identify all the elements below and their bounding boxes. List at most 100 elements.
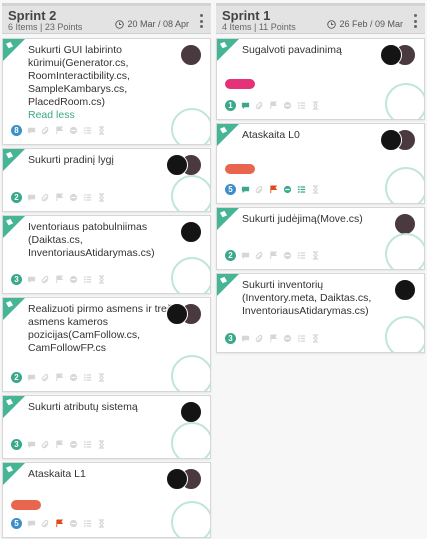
hourglass-icon[interactable] — [97, 275, 106, 284]
block-icon[interactable] — [69, 440, 78, 449]
hourglass-icon[interactable] — [97, 519, 106, 528]
tasks-icon[interactable] — [297, 251, 306, 260]
attachment-icon[interactable] — [255, 101, 264, 110]
done-check-icon[interactable] — [171, 422, 210, 458]
block-icon[interactable] — [283, 101, 292, 110]
label-tag[interactable] — [225, 164, 255, 174]
comment-icon[interactable] — [241, 185, 250, 194]
tasks-icon[interactable] — [297, 101, 306, 110]
done-check-icon[interactable] — [171, 175, 210, 211]
hourglass-icon[interactable] — [97, 193, 106, 202]
comment-icon[interactable] — [27, 440, 36, 449]
attachment-icon[interactable] — [41, 193, 50, 202]
attachment-icon[interactable] — [41, 275, 50, 284]
flag-icon[interactable] — [269, 334, 278, 343]
hourglass-icon[interactable] — [311, 185, 320, 194]
backlog-card[interactable]: Realizuoti pirmo asmens ir trečio asmens… — [2, 297, 211, 392]
sprint-menu-button[interactable] — [195, 12, 207, 30]
attachment-icon[interactable] — [41, 126, 50, 135]
tasks-icon[interactable] — [83, 193, 92, 202]
backlog-card[interactable]: Sukurti inventorių (Inventory.meta, Daik… — [216, 273, 425, 353]
block-icon[interactable] — [69, 373, 78, 382]
block-icon[interactable] — [283, 251, 292, 260]
avatar[interactable] — [394, 213, 416, 235]
tasks-icon[interactable] — [83, 126, 92, 135]
done-check-icon[interactable] — [385, 83, 424, 119]
done-check-icon[interactable] — [385, 233, 424, 269]
block-icon[interactable] — [69, 275, 78, 284]
hourglass-icon[interactable] — [311, 101, 320, 110]
hourglass-icon[interactable] — [97, 126, 106, 135]
hourglass-icon[interactable] — [311, 251, 320, 260]
attachment-icon[interactable] — [255, 251, 264, 260]
block-icon[interactable] — [69, 193, 78, 202]
comment-icon[interactable] — [27, 275, 36, 284]
avatar[interactable] — [380, 129, 402, 151]
avatar[interactable] — [380, 44, 402, 66]
tasks-icon[interactable] — [297, 185, 306, 194]
sprint-title[interactable]: Sprint 1 — [222, 8, 270, 23]
attachment-icon[interactable] — [41, 519, 50, 528]
flag-icon[interactable] — [269, 185, 278, 194]
backlog-card[interactable]: Ataskaita L1 5 — [2, 462, 211, 538]
done-check-icon[interactable] — [171, 108, 210, 144]
avatar[interactable] — [180, 221, 202, 243]
block-icon[interactable] — [69, 126, 78, 135]
flag-icon[interactable] — [55, 373, 64, 382]
hourglass-icon[interactable] — [97, 373, 106, 382]
block-icon[interactable] — [69, 519, 78, 528]
attachment-icon[interactable] — [255, 334, 264, 343]
avatar[interactable] — [180, 44, 202, 66]
backlog-card[interactable]: Sugalvoti pavadinimą 1 — [216, 38, 425, 120]
comment-icon[interactable] — [241, 334, 250, 343]
backlog-card[interactable]: Sukurti judėjimą(Move.cs) 2 — [216, 207, 425, 270]
flag-icon[interactable] — [269, 101, 278, 110]
flag-icon[interactable] — [55, 126, 64, 135]
avatar[interactable] — [166, 303, 188, 325]
backlog-card[interactable]: Iventoriaus patobulniimas (Daiktas.cs, I… — [2, 215, 211, 294]
done-check-icon[interactable] — [171, 257, 210, 293]
attachment-icon[interactable] — [255, 185, 264, 194]
block-icon[interactable] — [283, 334, 292, 343]
attachment-icon[interactable] — [41, 373, 50, 382]
done-check-icon[interactable] — [385, 316, 424, 352]
label-tag[interactable] — [11, 500, 41, 510]
flag-icon[interactable] — [55, 440, 64, 449]
story-points-badge: 3 — [11, 439, 22, 450]
sprint-title[interactable]: Sprint 2 — [8, 8, 56, 23]
comment-icon[interactable] — [27, 193, 36, 202]
backlog-card[interactable]: Sukurti pradinį lygį 2 — [2, 148, 211, 212]
hourglass-icon[interactable] — [97, 440, 106, 449]
done-check-icon[interactable] — [385, 167, 424, 203]
hourglass-icon[interactable] — [311, 334, 320, 343]
backlog-card[interactable]: Sukurti atributų sistemą 3 — [2, 395, 211, 459]
comment-icon[interactable] — [241, 251, 250, 260]
flag-icon[interactable] — [55, 275, 64, 284]
avatar[interactable] — [180, 401, 202, 423]
backlog-card[interactable]: Ataskaita L0 5 — [216, 123, 425, 204]
flag-icon[interactable] — [269, 251, 278, 260]
tasks-icon[interactable] — [83, 275, 92, 284]
avatar[interactable] — [166, 468, 188, 490]
tasks-icon[interactable] — [83, 373, 92, 382]
flag-icon[interactable] — [55, 193, 64, 202]
tasks-icon[interactable] — [83, 519, 92, 528]
flag-icon[interactable] — [55, 519, 64, 528]
read-less-link[interactable]: Read less — [28, 109, 183, 122]
sprint-menu-button[interactable] — [409, 12, 421, 30]
comment-icon[interactable] — [241, 101, 250, 110]
tasks-icon[interactable] — [297, 334, 306, 343]
done-check-icon[interactable] — [171, 355, 210, 391]
attachment-icon[interactable] — [41, 440, 50, 449]
done-check-icon[interactable] — [171, 501, 210, 537]
comment-icon[interactable] — [27, 373, 36, 382]
avatar[interactable] — [166, 154, 188, 176]
comment-icon[interactable] — [27, 519, 36, 528]
card-footer: 3 — [11, 274, 106, 285]
label-tag[interactable] — [225, 79, 255, 89]
block-icon[interactable] — [283, 185, 292, 194]
backlog-card[interactable]: Sukurti GUI labirinto kūrimui(Generator.… — [2, 38, 211, 145]
avatar[interactable] — [394, 279, 416, 301]
comment-icon[interactable] — [27, 126, 36, 135]
tasks-icon[interactable] — [83, 440, 92, 449]
